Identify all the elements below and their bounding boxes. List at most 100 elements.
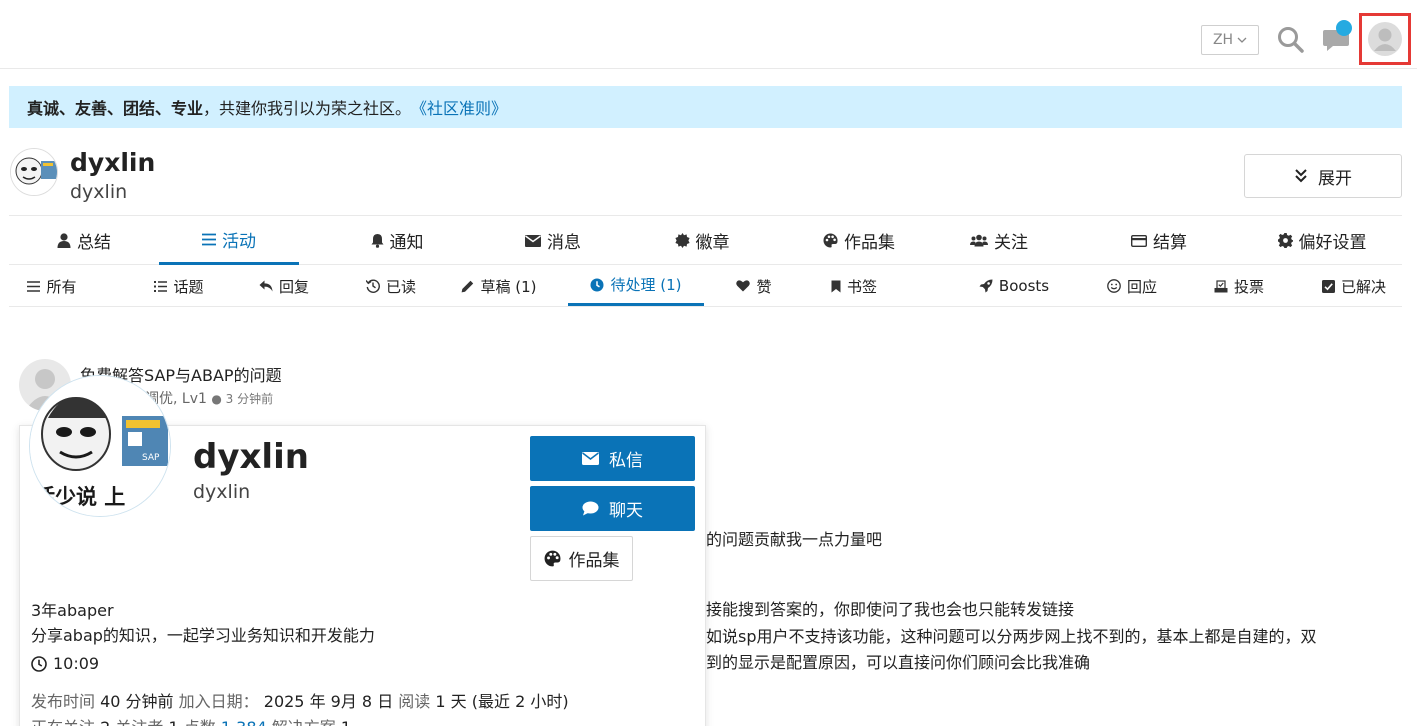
list-icon	[202, 233, 216, 246]
tab-label: 消息	[547, 233, 581, 253]
smile-icon	[1107, 279, 1121, 293]
portfolio-label: 作品集	[568, 551, 620, 571]
clock-icon	[31, 655, 47, 672]
joined-label: 加入日期：	[178, 692, 259, 711]
subtab-replies[interactable]: 回复	[234, 266, 334, 306]
tab-badges[interactable]: 徽章	[614, 216, 790, 265]
expand-label: 展开	[1318, 168, 1352, 189]
chat-button[interactable]: 聊天	[530, 486, 695, 531]
check-square-icon	[1321, 279, 1335, 293]
credit-card-icon	[1131, 234, 1147, 247]
user-bio-line: 分享abap的知识，一起学习业务知识和开发能力	[31, 626, 375, 645]
subtab-label: 已解决	[1340, 277, 1386, 296]
banner-bold-text: 真诚、友善、团结、专业	[27, 99, 204, 118]
community-banner: 真诚、友善、团结、专业 ，共建你我引以为荣之社区。 《社区准则》	[9, 86, 1402, 128]
guidelines-link[interactable]: 《社区准则》	[411, 95, 507, 119]
tab-activity[interactable]: 活动	[159, 216, 299, 265]
solutions-label: 解决方案	[272, 718, 336, 726]
read-value: 1 天 (最近 2 小时)	[435, 692, 569, 711]
bookmark-icon	[831, 280, 841, 293]
activity-filter-tabs: 所有 话题 回复 已读 草稿 (1) 待处理 (1) 赞 书签 Boosts 回…	[9, 266, 1402, 307]
user-icon	[57, 233, 71, 248]
followers-value[interactable]: 1	[169, 718, 179, 726]
subtab-bookmarks[interactable]: 书签	[814, 266, 894, 306]
certificate-icon	[674, 233, 690, 248]
tab-portfolio[interactable]: 作品集	[769, 216, 949, 265]
tab-summary[interactable]: 总结	[29, 216, 139, 265]
user-card-name[interactable]: dyxlin	[193, 437, 309, 477]
bell-icon	[371, 233, 384, 248]
subtab-solved[interactable]: 已解决	[1304, 266, 1404, 306]
read-label: 阅读	[398, 692, 431, 711]
user-avatar-icon	[1368, 22, 1402, 56]
clock-icon	[590, 278, 604, 292]
tab-follow[interactable]: 关注	[939, 216, 1059, 265]
following-value[interactable]: 2	[100, 718, 110, 726]
followers-label: 关注者	[115, 718, 163, 726]
banner-text: ，共建你我引以为荣之社区。	[203, 99, 412, 118]
language-label: ZH	[1212, 32, 1234, 48]
gear-icon	[1277, 233, 1293, 248]
local-time-value: 10:09	[53, 654, 100, 673]
tab-billing[interactable]: 结算	[1089, 216, 1229, 265]
message-button[interactable]: 私信	[530, 436, 695, 481]
palette-icon	[823, 233, 838, 248]
svg-text:SAP: SAP	[142, 453, 160, 463]
bars-icon	[27, 280, 41, 292]
portfolio-button[interactable]: 作品集	[530, 536, 633, 581]
post-excerpt-line: 到的显示是配置原因，可以直接问你们顾问会比我准确	[706, 653, 1091, 672]
post-excerpt-line: 接能搜到答案的，你即使问了我也会也只能转发链接	[706, 600, 1075, 619]
post-excerpt-line: 如说sp用户不支持该功能，这种问题可以分两步网上找不到的，基本上都是自建的，双	[706, 627, 1317, 646]
local-time: 10:09	[31, 654, 99, 673]
subtab-drafts[interactable]: 草稿 (1)	[449, 266, 549, 306]
subtab-label: 赞	[756, 277, 772, 296]
subtab-label: Boosts	[998, 277, 1050, 295]
user-menu-button[interactable]	[1359, 13, 1411, 65]
tab-label: 作品集	[844, 233, 895, 253]
subtab-label: 所有	[46, 277, 77, 296]
profile-avatar[interactable]	[10, 148, 58, 196]
subtab-topics[interactable]: 话题	[129, 266, 229, 306]
tab-label: 偏好设置	[1298, 233, 1367, 253]
subtab-read[interactable]: 已读	[341, 266, 441, 306]
ballot-icon	[1214, 279, 1228, 293]
points-label: 点数	[184, 718, 216, 726]
post-excerpt-line: 的问题贡献我一点力量吧	[706, 530, 883, 549]
post-meta: 调优, Lv1 ● 3 分钟前	[145, 391, 274, 407]
subtab-votes[interactable]: 投票	[1194, 266, 1284, 306]
posted-label: 发布时间	[31, 692, 96, 711]
posted-value: 40 分钟前	[100, 692, 174, 711]
subtab-reactions[interactable]: 回应	[1087, 266, 1177, 306]
profile-nav-tabs: 总结 活动 通知 消息 徽章 作品集 关注 结算 偏好设置	[9, 215, 1402, 265]
profile-username: dyxlin	[70, 181, 128, 203]
joined-value: 2025 年 9月 8 日	[263, 692, 394, 711]
tab-notifications[interactable]: 通知	[327, 216, 467, 265]
expand-button[interactable]: 展开	[1244, 154, 1402, 198]
subtab-all[interactable]: 所有	[17, 266, 87, 306]
history-icon	[365, 279, 380, 293]
following-label: 正在关注	[31, 718, 95, 726]
chevron-down-icon	[1237, 35, 1247, 45]
comment-icon	[582, 501, 599, 516]
envelope-icon	[525, 234, 541, 247]
user-stats-row: 发布时间 40 分钟前 加入日期： 2025 年 9月 8 日 阅读 1 天 (…	[31, 688, 569, 712]
subtab-pending[interactable]: 待处理 (1)	[568, 266, 704, 306]
envelope-icon	[582, 452, 599, 465]
tab-label: 徽章	[695, 233, 730, 253]
subtab-label: 话题	[173, 277, 204, 296]
site-header: ZH	[0, 0, 1417, 69]
subtab-label: 投票	[1233, 277, 1264, 296]
profile-name: dyxlin	[70, 148, 156, 177]
subtab-label: 回复	[278, 277, 309, 296]
user-stats-row-2: 正在关注 2 关注者 1 点数 1,384 解决方案 1	[31, 714, 351, 726]
language-selector[interactable]: ZH	[1201, 25, 1259, 55]
user-card-avatar[interactable]: SAP 话少说 上	[29, 375, 171, 517]
tab-preferences[interactable]: 偏好设置	[1257, 216, 1387, 265]
subtab-likes[interactable]: 赞	[719, 266, 789, 306]
subtab-label: 已读	[385, 277, 416, 296]
search-icon[interactable]	[1273, 22, 1309, 58]
solutions-value: 1	[341, 718, 351, 726]
user-bio-line: 3年abaper	[31, 601, 114, 620]
points-value[interactable]: 1,384	[221, 718, 267, 726]
subtab-boosts[interactable]: Boosts	[959, 266, 1069, 306]
